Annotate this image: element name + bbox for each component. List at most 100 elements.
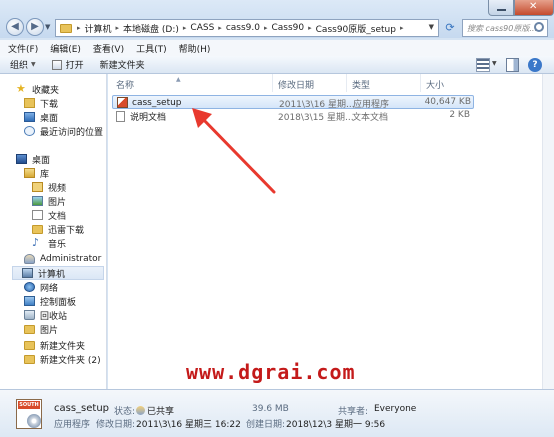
chevron-right-icon[interactable]: ▸ — [398, 24, 406, 32]
column-divider[interactable] — [346, 74, 347, 92]
nav-recent-places[interactable]: 最近访问的位置 — [24, 124, 103, 138]
details-share-label: 共享者: — [338, 407, 369, 417]
close-button[interactable] — [514, 0, 554, 16]
nav-control-panel[interactable]: 控制面板 — [24, 294, 76, 308]
file-list[interactable]: 名称 ▲ 修改日期 类型 大小 cass_setup 2011\3\16 星期..… — [108, 74, 554, 389]
details-pane: SOUTH cass_setup 应用程序 状态: 已共享 39.6 MB 共享… — [0, 389, 554, 437]
organize-button[interactable]: 组织 ▼ — [10, 58, 36, 71]
nav-desktop-fav[interactable]: 桌面 — [24, 110, 58, 124]
folder-icon — [24, 324, 35, 334]
chevron-right-icon[interactable]: ▸ — [262, 24, 270, 32]
recent-pages-dropdown-icon[interactable]: ▼ — [45, 23, 50, 31]
file-name-cell: cass_setup — [117, 97, 182, 108]
nav-computer[interactable]: 计算机 — [12, 266, 104, 280]
recycle-bin-icon — [24, 310, 35, 320]
open-button[interactable]: 打开 — [51, 58, 84, 71]
download-folder-icon — [24, 98, 35, 108]
nav-favorites[interactable]: 收藏夹 — [16, 82, 59, 96]
file-row-readme[interactable]: 说明文档 2018\3\15 星期... 文本文档 2 KB — [112, 109, 474, 123]
desktop-icon — [16, 154, 27, 164]
refresh-icon[interactable]: ⟳ — [442, 20, 458, 36]
details-created-label: 创建日期: — [246, 420, 286, 430]
change-view-icon[interactable] — [476, 58, 490, 72]
nav-label: 图片 — [40, 325, 59, 336]
column-header-date[interactable]: 修改日期 — [278, 78, 314, 91]
video-icon — [32, 182, 43, 192]
vertical-scrollbar[interactable] — [542, 74, 554, 389]
nav-label: Administrator — [40, 254, 102, 264]
menu-tools[interactable]: 工具(T) — [136, 42, 167, 55]
nav-label: 计算机 — [38, 269, 66, 280]
nav-music[interactable]: 音乐 — [32, 236, 66, 250]
south-logo: SOUTH — [18, 401, 40, 409]
nav-new-folder[interactable]: 新建文件夹 — [24, 338, 85, 352]
star-icon — [16, 84, 27, 94]
back-button[interactable]: ◀ — [6, 18, 24, 36]
menu-edit[interactable]: 编辑(E) — [50, 42, 81, 55]
chevron-right-icon[interactable]: ▸ — [216, 24, 224, 32]
help-icon[interactable]: ? — [528, 58, 542, 72]
chevron-right-icon[interactable]: ▸ — [306, 24, 314, 32]
details-state-label: 状态: — [114, 407, 136, 417]
nav-label: 新建文件夹 (2) — [40, 355, 101, 366]
column-divider[interactable] — [272, 74, 273, 92]
network-icon — [24, 282, 35, 292]
nav-desktop[interactable]: 桌面 — [16, 152, 50, 166]
nav-thunder-downloads[interactable]: 迅雷下载 — [32, 222, 84, 236]
chevron-right-icon[interactable]: ▸ — [114, 24, 122, 32]
search-icon[interactable] — [534, 22, 544, 32]
details-modified-value: 2011\3\16 星期三 16:22 — [136, 420, 241, 430]
breadcrumb-computer[interactable]: 计算机 — [83, 22, 114, 35]
nav-downloads[interactable]: 下载 — [24, 96, 58, 110]
breadcrumb-drive-d[interactable]: 本地磁盘 (D:) — [121, 22, 181, 35]
nav-label: 网络 — [40, 283, 59, 294]
nav-new-folder-2[interactable]: 新建文件夹 (2) — [24, 352, 101, 366]
view-options-dropdown-icon[interactable]: ▼ — [492, 60, 497, 74]
nav-libraries[interactable]: 库 — [24, 166, 49, 180]
column-header-type[interactable]: 类型 — [352, 78, 370, 91]
address-bar[interactable]: ▸ 计算机 ▸ 本地磁盘 (D:) ▸ CASS ▸ cass9.0 ▸ Cas… — [55, 19, 439, 37]
breadcrumb-cass9[interactable]: cass9.0 — [224, 23, 262, 33]
forward-button[interactable]: ▶ — [26, 18, 44, 36]
chevron-right-icon[interactable]: ▸ — [75, 24, 83, 32]
nav-administrator[interactable]: Administrator — [24, 252, 101, 266]
nav-label: 最近访问的位置 — [40, 127, 104, 138]
nav-documents[interactable]: 文档 — [32, 208, 66, 222]
user-icon — [24, 254, 35, 264]
file-date: 2018\3\15 星期... — [278, 113, 354, 123]
nav-folder-pictures[interactable]: 图片 — [24, 322, 58, 336]
navigation-pane[interactable]: 收藏夹 下载 桌面 最近访问的位置 桌面 库 视频 图片 文档 迅雷下载 音乐 … — [0, 74, 107, 389]
title-bar: ◀ ▶ ▼ ▸ 计算机 ▸ 本地磁盘 (D:) ▸ CASS ▸ cass9.0… — [0, 0, 554, 38]
nav-pictures[interactable]: 图片 — [32, 194, 66, 208]
folder-icon — [32, 224, 43, 234]
command-bar: 组织 ▼ 打开 新建文件夹 ▼ ? — [0, 56, 554, 74]
column-divider[interactable] — [420, 74, 421, 92]
nav-videos[interactable]: 视频 — [32, 180, 66, 194]
library-icon — [24, 168, 35, 178]
nav-network[interactable]: 网络 — [24, 280, 58, 294]
new-folder-button[interactable]: 新建文件夹 — [100, 58, 145, 71]
column-header-name[interactable]: 名称 ▲ — [116, 76, 181, 91]
breadcrumb-cass[interactable]: CASS — [188, 23, 216, 33]
file-size: 2 KB — [449, 110, 470, 120]
minimize-button[interactable] — [488, 0, 514, 16]
column-header-size[interactable]: 大小 — [426, 78, 444, 91]
breadcrumb-setup-folder[interactable]: Cass90原版_setup — [314, 22, 398, 35]
music-icon — [32, 238, 43, 248]
nav-label: 迅雷下载 — [48, 225, 85, 236]
details-size-value: 39.6 MB — [252, 404, 289, 414]
nav-recycle-bin[interactable]: 回收站 — [24, 308, 67, 322]
menu-help[interactable]: 帮助(H) — [179, 42, 211, 55]
nav-label: 图片 — [48, 197, 67, 208]
preview-pane-icon[interactable] — [506, 58, 519, 72]
menu-file[interactable]: 文件(F) — [8, 42, 38, 55]
nav-label: 收藏夹 — [32, 85, 60, 96]
column-label: 名称 — [116, 81, 135, 91]
chevron-right-icon[interactable]: ▸ — [181, 24, 189, 32]
breadcrumb-cass90[interactable]: Cass90 — [269, 23, 306, 33]
chevron-down-icon[interactable]: ▼ — [429, 23, 434, 31]
search-input[interactable]: 搜索 cass90原版... — [462, 19, 548, 37]
details-modified-label: 修改日期: — [96, 420, 136, 430]
file-row-cass-setup[interactable]: cass_setup 2011\3\16 星期... 应用程序 40,647 K… — [112, 95, 474, 110]
menu-view[interactable]: 查看(V) — [93, 42, 124, 55]
